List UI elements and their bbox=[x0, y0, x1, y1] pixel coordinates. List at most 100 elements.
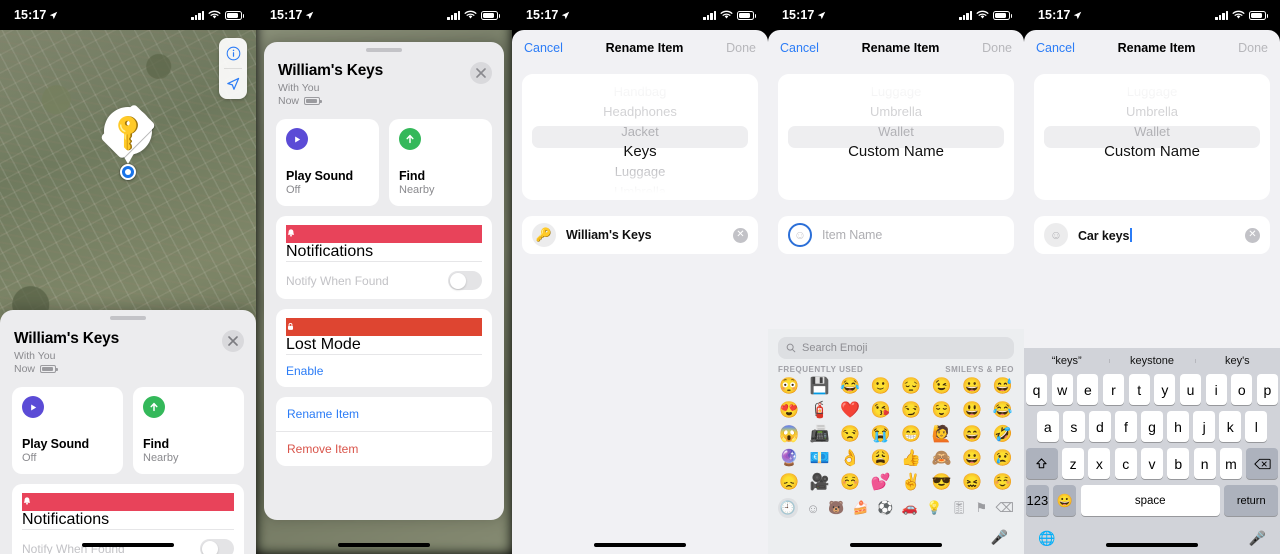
clear-icon[interactable]: ✕ bbox=[1245, 227, 1260, 243]
emoji-cell[interactable]: 💾 bbox=[805, 376, 836, 398]
key-i[interactable]: i bbox=[1205, 374, 1227, 405]
picker-option[interactable]: Umbrella bbox=[1034, 102, 1270, 122]
done-button[interactable]: Done bbox=[982, 41, 1012, 55]
picker-option[interactable]: Headphones bbox=[522, 102, 758, 122]
key-k[interactable]: k bbox=[1219, 411, 1241, 442]
home-indicator[interactable] bbox=[1106, 543, 1198, 547]
space-key[interactable]: space bbox=[1080, 485, 1220, 516]
key-g[interactable]: g bbox=[1141, 411, 1163, 442]
emoji-cell[interactable]: 🙋 bbox=[927, 424, 958, 446]
locate-button[interactable] bbox=[219, 69, 247, 99]
emoji-cell[interactable]: 🧯 bbox=[805, 400, 836, 422]
suggestion-0[interactable]: “keys” bbox=[1024, 355, 1109, 367]
key-u[interactable]: u bbox=[1179, 374, 1202, 405]
picker-option[interactable]: Handbag bbox=[522, 82, 758, 102]
picker-option[interactable]: Luggage bbox=[522, 162, 758, 182]
picker-option-selected[interactable]: Custom Name bbox=[778, 142, 1014, 162]
clock-icon[interactable]: 🕘 bbox=[778, 498, 798, 518]
globe-icon[interactable]: 🌐 bbox=[1038, 530, 1055, 547]
picker-option-selected[interactable]: Keys bbox=[522, 142, 758, 162]
key-s[interactable]: s bbox=[1063, 411, 1085, 442]
key-y[interactable]: y bbox=[1154, 374, 1176, 405]
lost-mode-enable-row[interactable]: Enable bbox=[286, 354, 482, 387]
emoji-cell[interactable]: 😭 bbox=[866, 424, 897, 446]
emoji-cell[interactable]: 🙈 bbox=[927, 448, 958, 470]
emoji-cell[interactable]: 👍 bbox=[896, 448, 927, 470]
key-l[interactable]: l bbox=[1245, 411, 1268, 442]
backspace-key[interactable] bbox=[1246, 448, 1278, 479]
picker-option[interactable]: Umbrella bbox=[522, 182, 758, 200]
emoji-cell[interactable]: 🔮 bbox=[774, 448, 805, 470]
emoji-icon[interactable]: 😀 bbox=[1053, 485, 1077, 516]
picker-option[interactable]: Umbrella bbox=[778, 102, 1014, 122]
key-pin-marker[interactable]: 🔑 bbox=[100, 103, 156, 164]
key-c[interactable]: c bbox=[1114, 448, 1137, 479]
emoji-cell[interactable]: 😳 bbox=[774, 376, 805, 398]
picker-option-selected[interactable]: Custom Name bbox=[1034, 142, 1270, 162]
close-button[interactable] bbox=[222, 330, 244, 352]
emoji-cell[interactable]: 😏 bbox=[896, 400, 927, 422]
picker-wheel[interactable]: Luggage Umbrella Wallet Custom Name bbox=[1034, 74, 1270, 200]
flags-icon[interactable]: ⚑ bbox=[975, 500, 987, 516]
cancel-button[interactable]: Cancel bbox=[1036, 41, 1075, 55]
emoji-cell[interactable]: 💕 bbox=[866, 472, 897, 494]
shift-key[interactable] bbox=[1026, 448, 1058, 479]
emoji-cell[interactable]: 😎 bbox=[927, 472, 958, 494]
find-card[interactable]: Find Nearby bbox=[389, 119, 492, 206]
key-x[interactable]: x bbox=[1088, 448, 1111, 479]
cancel-button[interactable]: Cancel bbox=[524, 41, 563, 55]
emoji-cell[interactable]: 😂 bbox=[988, 400, 1019, 422]
emoji-cell[interactable]: 😩 bbox=[866, 448, 897, 470]
key-t[interactable]: t bbox=[1128, 374, 1150, 405]
notify-when-found-row[interactable]: Notify When Found bbox=[286, 261, 482, 299]
emoji-picker-icon[interactable]: ☺ bbox=[1044, 223, 1068, 247]
animals-icon[interactable]: 🐻 bbox=[828, 500, 844, 516]
notify-when-found-row[interactable]: Notify When Found bbox=[22, 529, 234, 554]
home-indicator[interactable] bbox=[82, 543, 174, 547]
emoji-cell[interactable]: 😁 bbox=[896, 424, 927, 446]
emoji-cell[interactable]: ❤️ bbox=[835, 400, 866, 422]
notify-when-found-toggle[interactable] bbox=[448, 271, 482, 290]
symbols-icon[interactable]: 🎚 bbox=[951, 500, 968, 516]
emoji-cell[interactable]: 😖 bbox=[957, 472, 988, 494]
home-indicator[interactable] bbox=[338, 543, 430, 547]
item-name-value-wrap[interactable]: Car keys bbox=[1078, 227, 1235, 243]
close-button[interactable] bbox=[470, 62, 492, 84]
key-b[interactable]: b bbox=[1167, 448, 1190, 479]
play-sound-card[interactable]: Play Sound Off bbox=[276, 119, 379, 206]
picker-option[interactable]: Wallet bbox=[1034, 122, 1270, 142]
key-r[interactable]: r bbox=[1102, 374, 1125, 405]
item-type-picker[interactable]: Handbag Headphones Jacket Keys Luggage U… bbox=[522, 74, 758, 200]
microphone-icon[interactable]: 🎤 bbox=[991, 529, 1008, 546]
home-indicator[interactable] bbox=[594, 543, 686, 547]
suggestion-2[interactable]: key's bbox=[1194, 355, 1280, 367]
key-j[interactable]: j bbox=[1193, 411, 1215, 442]
emoji-cell[interactable]: ☺️ bbox=[835, 472, 866, 494]
key-m[interactable]: m bbox=[1220, 448, 1242, 479]
picker-wheel[interactable]: Handbag Headphones Jacket Keys Luggage U… bbox=[522, 74, 758, 200]
key-w[interactable]: w bbox=[1051, 374, 1073, 405]
key-d[interactable]: d bbox=[1089, 411, 1111, 442]
emoji-cell[interactable]: 😒 bbox=[835, 424, 866, 446]
picker-option[interactable]: Wallet bbox=[778, 122, 1014, 142]
emoji-cell[interactable]: 🤣 bbox=[988, 424, 1019, 446]
objects-icon[interactable]: 💡 bbox=[926, 500, 942, 516]
emoji-cell[interactable]: 😔 bbox=[896, 376, 927, 398]
emoji-cell[interactable]: 📠 bbox=[805, 424, 836, 446]
picker-option[interactable]: Luggage bbox=[778, 82, 1014, 102]
emoji-cell[interactable]: 🎥 bbox=[805, 472, 836, 494]
item-name-field[interactable]: ☺ Car keys ✕ bbox=[1034, 216, 1270, 254]
key-e[interactable]: e bbox=[1077, 374, 1099, 405]
emoji-cell[interactable]: ☺️ bbox=[988, 472, 1019, 494]
done-button[interactable]: Done bbox=[726, 41, 756, 55]
key-v[interactable]: v bbox=[1141, 448, 1163, 479]
home-indicator[interactable] bbox=[850, 543, 942, 547]
key-a[interactable]: a bbox=[1036, 411, 1059, 442]
emoji-cell[interactable]: 👌 bbox=[835, 448, 866, 470]
key-emoji-icon[interactable]: 🔑 bbox=[532, 223, 556, 247]
emoji-cell[interactable]: ✌️ bbox=[896, 472, 927, 494]
key-n[interactable]: n bbox=[1193, 448, 1216, 479]
picker-option[interactable]: Luggage bbox=[1034, 82, 1270, 102]
food-icon[interactable]: 🍰 bbox=[853, 500, 869, 516]
remove-item-button[interactable]: Remove Item bbox=[276, 431, 492, 466]
